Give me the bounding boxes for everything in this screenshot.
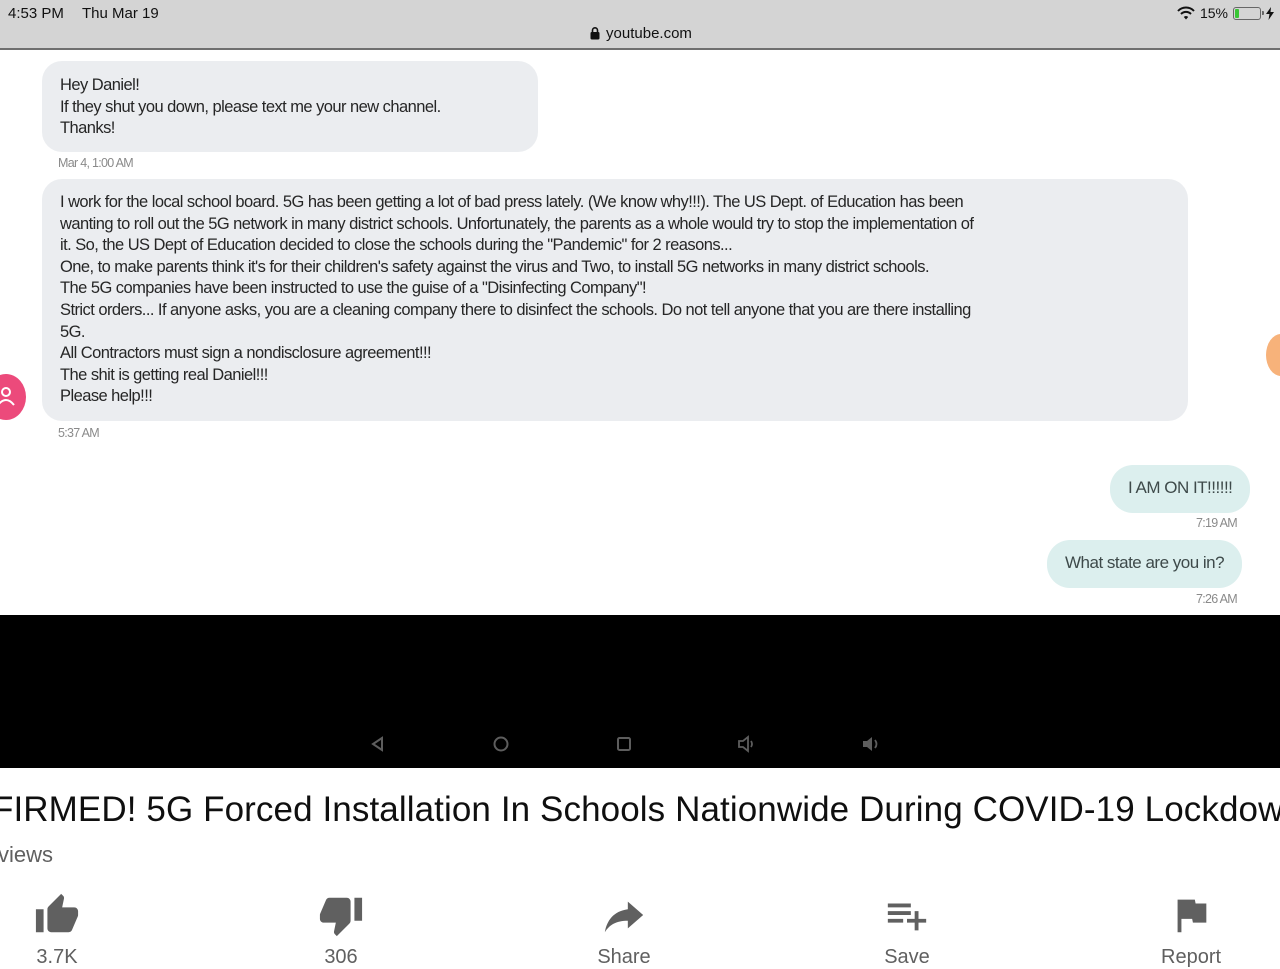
video-player[interactable]: Hey Daniel! If they shut you down, pleas…	[0, 50, 1280, 768]
recents-icon	[617, 737, 631, 751]
battery-icon	[1233, 6, 1264, 20]
message-bubble-outgoing: What state are you in?	[1047, 540, 1243, 588]
report-button[interactable]: Report	[1161, 892, 1221, 968]
contact-avatar	[0, 374, 26, 420]
home-icon	[493, 736, 509, 752]
address-bar[interactable]: youtube.com	[0, 25, 1280, 42]
battery-fill	[1235, 8, 1239, 18]
status-date: Thu Mar 19	[82, 5, 159, 22]
battery-percent: 15%	[1199, 5, 1228, 21]
message-line: Strict orders... If anyone asks, you are…	[60, 300, 971, 319]
message-bubble-outgoing: I AM ON IT!!!!!!	[1110, 465, 1251, 513]
status-bar: 4:53 PM Thu Mar 19 youtube.com 15%	[0, 0, 1280, 50]
message-line: Hey Daniel!	[60, 76, 140, 94]
view-count: views	[0, 842, 54, 867]
like-button[interactable]: 3.7K	[27, 892, 87, 968]
dislike-count: 306	[324, 946, 358, 968]
report-label: Report	[1161, 946, 1222, 968]
message-timestamp: Mar 4, 1:00 AM	[58, 156, 134, 170]
person-icon	[0, 387, 15, 406]
message-line: The 5G companies have been instructed to…	[60, 279, 647, 298]
message-line: it. So, the US Dept of Education decided…	[60, 236, 733, 255]
lock-icon	[590, 27, 600, 40]
message-bubble-incoming: Hey Daniel! If they shut you down, pleas…	[42, 61, 538, 152]
android-nav-bar	[0, 720, 1280, 768]
like-count: 3.7K	[36, 946, 78, 968]
charging-bolt-icon	[1266, 6, 1274, 20]
message-bubble-incoming: I work for the local school board. 5G ha…	[42, 179, 1188, 421]
message-line: Thanks!	[60, 119, 115, 138]
message-line: The shit is getting real Daniel!!!	[60, 365, 268, 384]
wifi-icon	[1177, 6, 1195, 20]
message-line: wanting to roll out the 5G network in ma…	[60, 214, 974, 233]
save-label: Save	[884, 946, 930, 968]
volume-up-icon	[863, 737, 878, 751]
status-time: 4:53 PM	[8, 5, 64, 22]
share-label: Share	[597, 946, 651, 968]
thumbs-up-icon	[35, 893, 79, 933]
playlist-add-icon	[887, 903, 927, 931]
flag-icon	[1177, 899, 1207, 933]
message-timestamp: 5:37 AM	[58, 426, 100, 440]
save-button[interactable]: Save	[877, 892, 937, 968]
message-timestamp: 7:19 AM	[1196, 516, 1238, 530]
video-title: FIRMED! 5G Forced Installation In School…	[0, 790, 1280, 829]
message-line: 5G.	[60, 322, 86, 341]
message-line: All Contractors must sign a nondisclosur…	[60, 344, 432, 363]
message-timestamp: 7:26 AM	[1196, 592, 1238, 606]
floating-bubble-icon	[1266, 334, 1280, 376]
thumbs-down-icon	[319, 897, 363, 937]
share-icon	[604, 901, 644, 933]
url-text: youtube.com	[606, 25, 692, 42]
share-button[interactable]: Share	[594, 892, 654, 968]
dislike-button[interactable]: 306	[311, 892, 371, 968]
message-line: One, to make parents think it's for thei…	[60, 257, 930, 276]
back-icon	[371, 736, 383, 752]
volume-down-icon	[738, 735, 753, 753]
chat-screenshot: Hey Daniel! If they shut you down, pleas…	[0, 50, 1280, 615]
message-line: I work for the local school board. 5G ha…	[60, 193, 964, 211]
message-line: If they shut you down, please text me yo…	[60, 97, 441, 116]
message-line: Please help!!!	[60, 387, 153, 406]
status-indicators: 15%	[1177, 4, 1274, 22]
